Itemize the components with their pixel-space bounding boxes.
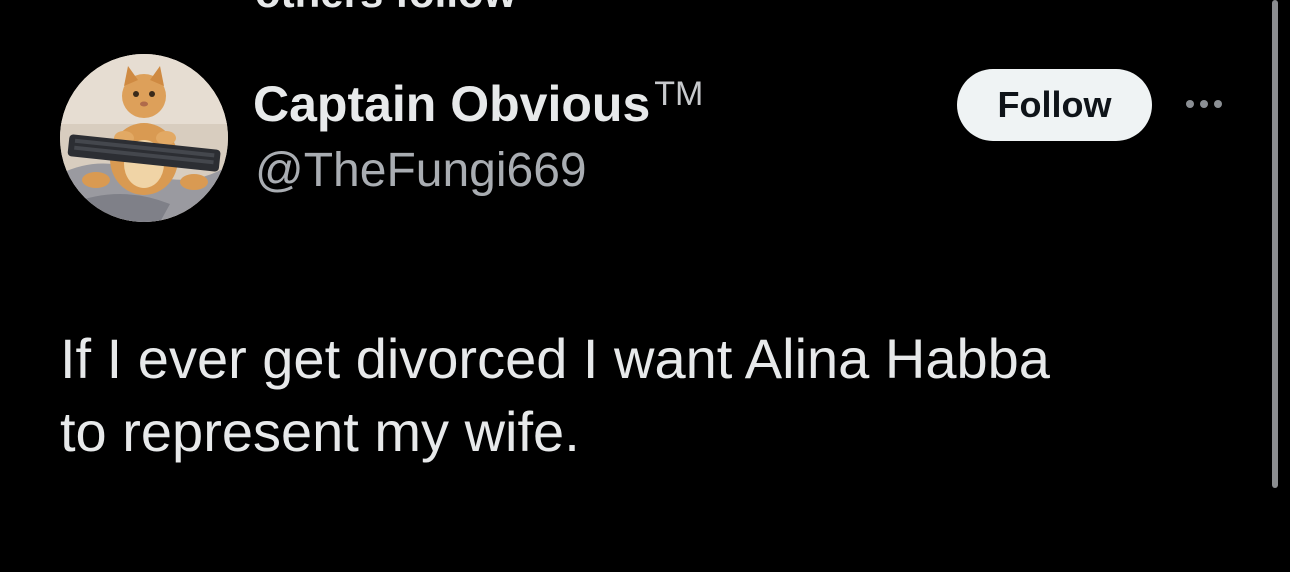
display-name-text: Captain Obvious bbox=[253, 76, 651, 132]
user-handle[interactable]: @TheFungi669 bbox=[255, 144, 587, 198]
section-header: others follow bbox=[255, 0, 516, 14]
display-name[interactable]: Captain Obvious TM bbox=[253, 75, 704, 132]
trademark-badge: TM bbox=[654, 75, 704, 113]
follow-button[interactable]: Follow bbox=[957, 69, 1152, 141]
avatar[interactable] bbox=[60, 54, 228, 222]
scrollbar-thumb[interactable] bbox=[1272, 0, 1278, 488]
more-options-button[interactable] bbox=[1178, 88, 1230, 120]
more-dots-icon bbox=[1186, 100, 1222, 108]
tweet-text: If I ever get divorced I want Alina Habb… bbox=[60, 327, 1050, 464]
scrollbar[interactable] bbox=[1270, 0, 1280, 572]
cat-avatar-icon bbox=[60, 54, 228, 222]
